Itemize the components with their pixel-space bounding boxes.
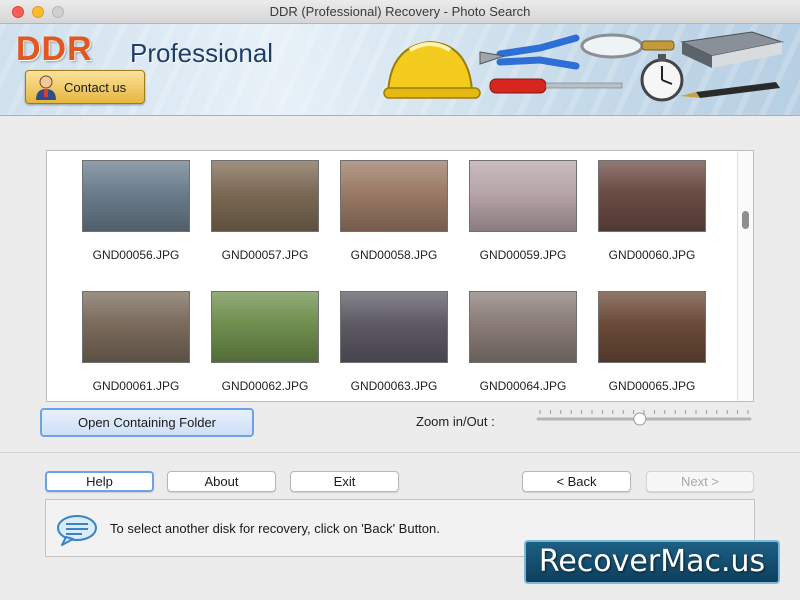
minimize-window-button[interactable] <box>32 6 44 18</box>
screwdriver-icon <box>489 78 623 94</box>
photo-filename: GND00058.JPG <box>350 248 438 262</box>
gallery-item[interactable]: GND00059.JPG <box>462 160 584 262</box>
photo-filename: GND00063.JPG <box>350 379 438 393</box>
pen-icon <box>680 82 780 98</box>
gallery-item[interactable]: GND00057.JPG <box>204 160 326 262</box>
gallery-item[interactable]: GND00065.JPG <box>591 291 713 393</box>
photo-filename: GND00065.JPG <box>608 379 696 393</box>
photo-filename: GND00057.JPG <box>221 248 309 262</box>
photo-thumbnail[interactable] <box>82 160 190 232</box>
photo-thumbnail[interactable] <box>598 291 706 363</box>
gallery-item[interactable]: GND00061.JPG <box>75 291 197 393</box>
window-titlebar: DDR (Professional) Recovery - Photo Sear… <box>0 0 800 24</box>
hard-hat-icon <box>383 40 481 99</box>
zoom-window-button[interactable] <box>52 6 64 18</box>
zoom-slider-knob <box>633 412 647 426</box>
help-button[interactable]: Help <box>45 471 154 492</box>
photo-filename: GND00056.JPG <box>92 248 180 262</box>
recovermac-watermark: RecoverMac.us <box>524 540 780 584</box>
gallery-scrollbar[interactable] <box>737 151 753 401</box>
app-banner: DDR Professional Contact us <box>0 24 800 116</box>
magnifier-icon <box>580 33 675 59</box>
stopwatch-icon <box>640 54 684 102</box>
pliers-icon <box>479 34 580 70</box>
section-divider <box>0 452 800 453</box>
photo-thumbnail[interactable] <box>340 160 448 232</box>
back-button[interactable]: < Back <box>522 471 631 492</box>
photo-thumbnail[interactable] <box>82 291 190 363</box>
next-button[interactable]: Next > <box>646 471 754 492</box>
contact-us-button[interactable]: Contact us <box>25 70 145 104</box>
brand-logo-professional: Professional <box>130 38 274 68</box>
zoom-slider[interactable] <box>536 408 752 430</box>
photo-thumbnail[interactable] <box>598 160 706 232</box>
photo-filename: GND00059.JPG <box>479 248 567 262</box>
close-window-button[interactable] <box>12 6 24 18</box>
contact-person-icon <box>36 75 56 100</box>
photo-thumbnail[interactable] <box>211 291 319 363</box>
gallery-item[interactable]: GND00064.JPG <box>462 291 584 393</box>
gallery-item[interactable]: GND00056.JPG <box>75 160 197 262</box>
brand-logo-ddr: DDR <box>16 30 93 68</box>
banner-tools-illustration <box>383 31 784 102</box>
gallery-item[interactable]: GND00060.JPG <box>591 160 713 262</box>
gallery-item[interactable]: GND00058.JPG <box>333 160 455 262</box>
photo-filename: GND00060.JPG <box>608 248 696 262</box>
open-containing-folder-button[interactable]: Open Containing Folder <box>40 408 254 437</box>
book-icon <box>680 31 784 68</box>
photo-filename: GND00062.JPG <box>221 379 309 393</box>
about-button[interactable]: About <box>167 471 276 492</box>
photo-thumbnail[interactable] <box>211 160 319 232</box>
exit-button[interactable]: Exit <box>290 471 399 492</box>
photo-thumbnail[interactable] <box>340 291 448 363</box>
photo-thumbnail[interactable] <box>469 160 577 232</box>
photo-thumbnail[interactable] <box>469 291 577 363</box>
gallery-item[interactable]: GND00063.JPG <box>333 291 455 393</box>
gallery-scroll-thumb[interactable] <box>742 211 749 229</box>
photo-filename: GND00064.JPG <box>479 379 567 393</box>
gallery-item[interactable]: GND00062.JPG <box>204 291 326 393</box>
zoom-label: Zoom in/Out : <box>416 414 495 429</box>
contact-us-label: Contact us <box>64 79 127 95</box>
speech-bubble-icon <box>57 515 97 546</box>
photo-filename: GND00061.JPG <box>92 379 180 393</box>
zoom-slider-ticks <box>539 410 749 414</box>
photo-gallery[interactable]: GND00056.JPG GND00057.JPG GND00058.JPG GND0… <box>46 150 754 402</box>
window-title: DDR (Professional) Recovery - Photo Sear… <box>269 4 531 19</box>
status-message: To select another disk for recovery, cli… <box>110 521 440 536</box>
